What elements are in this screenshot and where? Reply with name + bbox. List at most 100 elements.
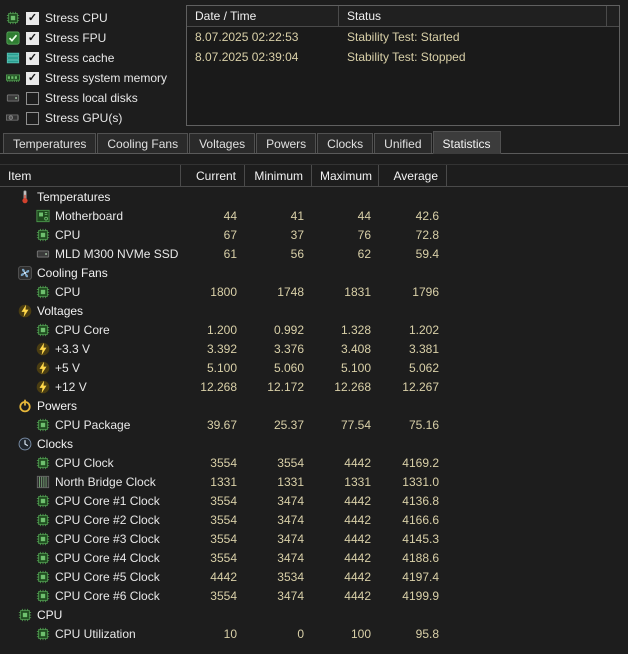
current-value: 4442 xyxy=(181,570,245,584)
item-label: CPU Core #4 Clock xyxy=(55,551,160,565)
average-value: 4166.6 xyxy=(379,513,447,527)
current-value: 39.67 xyxy=(181,418,245,432)
tab-cooling-fans[interactable]: Cooling Fans xyxy=(97,133,188,153)
current-value: 3554 xyxy=(181,532,245,546)
group-label: CPU xyxy=(37,608,62,622)
minimum-value: 0 xyxy=(245,627,312,641)
stress-gpu-s-checkbox[interactable] xyxy=(26,112,39,125)
maximum-value: 12.268 xyxy=(312,380,379,394)
stress-system-memory-checkbox[interactable]: ✓ xyxy=(26,72,39,85)
memory-icon xyxy=(6,71,20,85)
event-log-rows: 8.07.2025 02:22:53Stability Test: Starte… xyxy=(187,27,619,67)
maximum-value: 4442 xyxy=(312,570,379,584)
item-label: CPU xyxy=(55,228,80,242)
stats-group-cooling-fans[interactable]: Cooling Fans xyxy=(0,263,628,282)
item-cell: CPU Core #5 Clock xyxy=(0,570,181,584)
tab-unified[interactable]: Unified xyxy=(374,133,431,153)
stress-cache-checkbox[interactable]: ✓ xyxy=(26,52,39,65)
item-label: +12 V xyxy=(55,380,87,394)
stats-row-cpu[interactable]: CPU67377672.8 xyxy=(0,225,628,244)
stats-row-cpu-package[interactable]: CPU Package39.6725.3777.5475.16 xyxy=(0,415,628,434)
stats-row-north-bridge-clock[interactable]: North Bridge Clock1331133113311331.0 xyxy=(0,472,628,491)
stats-row-cpu-clock[interactable]: CPU Clock3554355444424169.2 xyxy=(0,453,628,472)
average-value: 1796 xyxy=(379,285,447,299)
stats-row-cpu-core-2-clock[interactable]: CPU Core #2 Clock3554347444424166.6 xyxy=(0,510,628,529)
maximum-value: 1831 xyxy=(312,285,379,299)
minimum-value: 41 xyxy=(245,209,312,223)
col-header-minimum[interactable]: Minimum xyxy=(245,165,312,186)
col-header-average[interactable]: Average xyxy=(379,165,447,186)
stats-row-motherboard[interactable]: Motherboard44414442.6 xyxy=(0,206,628,225)
stats-row-5-v[interactable]: +5 V5.1005.0605.1005.062 xyxy=(0,358,628,377)
minimum-value: 3554 xyxy=(245,456,312,470)
current-value: 5.100 xyxy=(181,361,245,375)
cpu-icon xyxy=(36,513,50,527)
stats-row-cpu-core-5-clock[interactable]: CPU Core #5 Clock4442353444424197.4 xyxy=(0,567,628,586)
tab-temperatures[interactable]: Temperatures xyxy=(3,133,96,153)
average-value: 72.8 xyxy=(379,228,447,242)
minimum-value: 1748 xyxy=(245,285,312,299)
stats-group-clocks[interactable]: Clocks xyxy=(0,434,628,453)
item-label: CPU Core #3 Clock xyxy=(55,532,160,546)
stats-row-3-3-v[interactable]: +3.3 V3.3923.3763.4083.381 xyxy=(0,339,628,358)
stats-row-cpu-core-3-clock[interactable]: CPU Core #3 Clock3554347444424145.3 xyxy=(0,529,628,548)
stress-option-stress-system-memory: ✓Stress system memory xyxy=(6,68,178,88)
log-row[interactable]: 8.07.2025 02:39:04Stability Test: Stoppe… xyxy=(187,47,619,67)
tab-clocks[interactable]: Clocks xyxy=(317,133,373,153)
group-item-cell: Voltages xyxy=(0,304,181,318)
average-value: 4169.2 xyxy=(379,456,447,470)
col-header-item[interactable]: Item xyxy=(0,165,181,186)
col-header-current[interactable]: Current xyxy=(181,165,245,186)
item-cell: CPU xyxy=(0,285,181,299)
stats-table-body: TemperaturesMotherboard44414442.6CPU6737… xyxy=(0,187,628,643)
item-cell: CPU Core #6 Clock xyxy=(0,589,181,603)
minimum-value: 3.376 xyxy=(245,342,312,356)
maximum-value: 3.408 xyxy=(312,342,379,356)
stress-cpu-checkbox[interactable]: ✓ xyxy=(26,12,39,25)
group-label: Voltages xyxy=(37,304,83,318)
stats-row-cpu-core-4-clock[interactable]: CPU Core #4 Clock3554347444424188.6 xyxy=(0,548,628,567)
minimum-value: 3474 xyxy=(245,513,312,527)
stats-group-temperatures[interactable]: Temperatures xyxy=(0,187,628,206)
cpu-icon xyxy=(36,551,50,565)
stats-row-mld-m300-nvme-ssd[interactable]: MLD M300 NVMe SSD61566259.4 xyxy=(0,244,628,263)
cpu-icon xyxy=(36,285,50,299)
log-datetime: 8.07.2025 02:22:53 xyxy=(187,27,339,47)
voltage-icon xyxy=(36,380,50,394)
maximum-value: 4442 xyxy=(312,532,379,546)
item-label: +3.3 V xyxy=(55,342,90,356)
tab-powers[interactable]: Powers xyxy=(256,133,316,153)
tab-voltages[interactable]: Voltages xyxy=(189,133,255,153)
average-value: 75.16 xyxy=(379,418,447,432)
event-log-header: Date / Time Status xyxy=(187,6,619,27)
stats-group-cpu[interactable]: CPU xyxy=(0,605,628,624)
stats-row-cpu[interactable]: CPU1800174818311796 xyxy=(0,282,628,301)
average-value: 4199.9 xyxy=(379,589,447,603)
stats-row-cpu-core-1-clock[interactable]: CPU Core #1 Clock3554347444424136.8 xyxy=(0,491,628,510)
stress-fpu-checkbox[interactable]: ✓ xyxy=(26,32,39,45)
item-label: CPU Package xyxy=(55,418,130,432)
stats-group-powers[interactable]: Powers xyxy=(0,396,628,415)
average-value: 12.267 xyxy=(379,380,447,394)
stats-row-12-v[interactable]: +12 V12.26812.17212.26812.267 xyxy=(0,377,628,396)
log-col-datetime[interactable]: Date / Time xyxy=(187,6,339,26)
tab-statistics[interactable]: Statistics xyxy=(433,131,501,154)
stress-option-label: Stress local disks xyxy=(45,91,138,105)
stats-row-cpu-core-6-clock[interactable]: CPU Core #6 Clock3554347444424199.9 xyxy=(0,586,628,605)
stress-local-disks-checkbox[interactable] xyxy=(26,92,39,105)
col-header-maximum[interactable]: Maximum xyxy=(312,165,379,186)
group-label: Cooling Fans xyxy=(37,266,108,280)
log-row[interactable]: 8.07.2025 02:22:53Stability Test: Starte… xyxy=(187,27,619,47)
top-panel: ✓Stress CPU✓Stress FPU✓Stress cache✓Stre… xyxy=(0,0,628,128)
stats-group-voltages[interactable]: Voltages xyxy=(0,301,628,320)
maximum-value: 4442 xyxy=(312,456,379,470)
cpu-icon xyxy=(36,494,50,508)
log-col-status[interactable]: Status xyxy=(339,6,607,26)
cpu-icon xyxy=(36,627,50,641)
current-value: 3554 xyxy=(181,551,245,565)
minimum-value: 25.37 xyxy=(245,418,312,432)
stats-row-cpu-core[interactable]: CPU Core1.2000.9921.3281.202 xyxy=(0,320,628,339)
power-icon xyxy=(18,399,32,413)
stats-row-cpu-utilization[interactable]: CPU Utilization10010095.8 xyxy=(0,624,628,643)
item-cell: Motherboard xyxy=(0,209,181,223)
